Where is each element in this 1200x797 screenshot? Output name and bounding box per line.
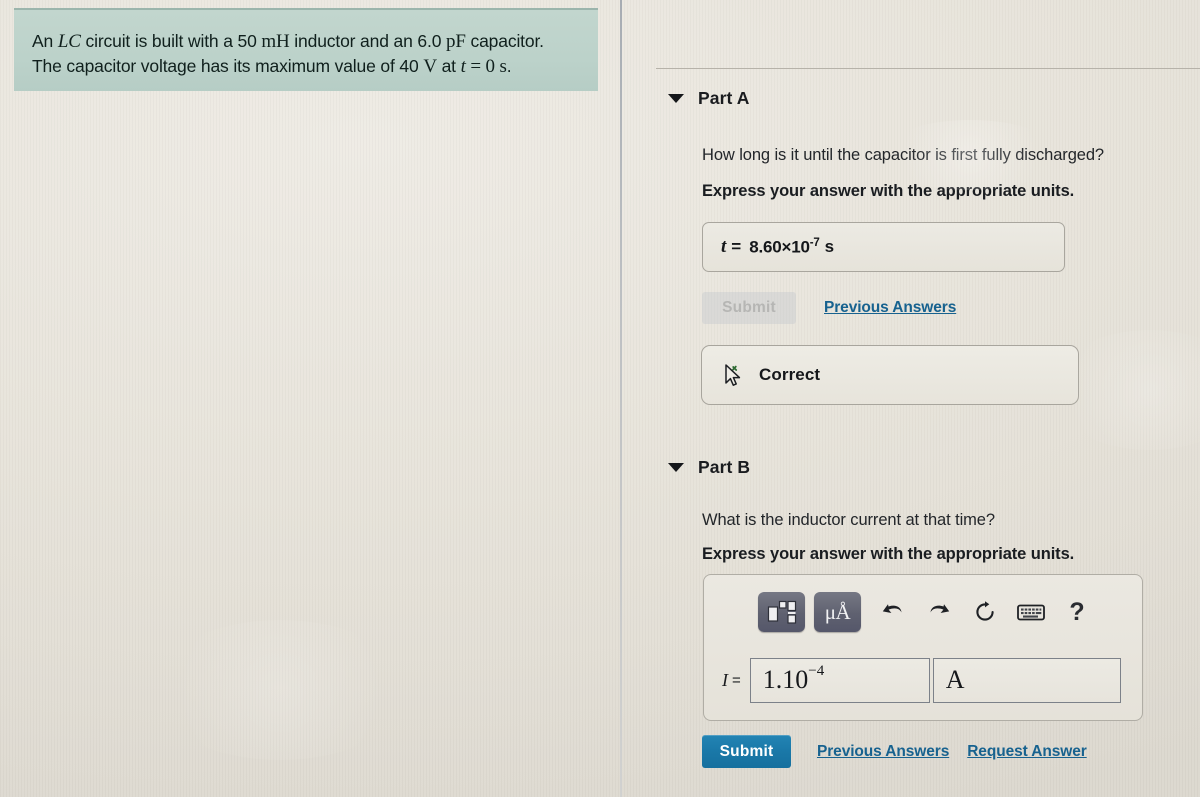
- pf-unit: pF: [446, 31, 466, 52]
- part-a-answer-equals: =: [731, 237, 742, 256]
- part-b-submit-button[interactable]: Submit: [702, 735, 791, 768]
- part-a-feedback-box: Correct: [701, 345, 1079, 405]
- part-b-answer-panel: μÅ ? I = 1.10 −4 A: [703, 574, 1143, 721]
- part-a-action-row: Submit Previous Answers: [702, 292, 956, 324]
- template-button[interactable]: [758, 592, 805, 632]
- part-b-input-row: I = 1.10 −4 A: [704, 654, 1142, 706]
- part-b-title: Part B: [698, 457, 751, 477]
- redo-icon[interactable]: [916, 592, 962, 632]
- part-a-instruction: Express your answer with the appropriate…: [702, 182, 1075, 200]
- part-b-question: What is the inductor current at that tim…: [702, 511, 995, 529]
- mh-unit: mH: [261, 31, 290, 52]
- micro-angstrom-label: μÅ: [824, 599, 851, 624]
- part-b-unit-text: A: [945, 665, 965, 694]
- answer-pane: Part A How long is it until the capacito…: [622, 0, 1200, 797]
- part-a-answer-value: 8.60×10-7: [749, 236, 820, 257]
- screen-glare: [150, 620, 410, 760]
- cursor-arrow-icon: [724, 363, 743, 387]
- part-b-value-exponent: −4: [808, 663, 825, 680]
- part-a-previous-answers-link[interactable]: Previous Answers: [824, 299, 956, 317]
- part-b-value-input[interactable]: 1.10 −4: [749, 657, 930, 703]
- page-background: An LC circuit is built with a 50 mH indu…: [0, 0, 1200, 797]
- part-a-answer-unit: s: [824, 237, 835, 256]
- chevron-down-icon[interactable]: [668, 463, 684, 472]
- part-a-header[interactable]: Part A: [668, 88, 750, 109]
- part-b-previous-answers-link[interactable]: Previous Answers: [817, 743, 949, 761]
- part-a-feedback-label: Correct: [759, 365, 821, 384]
- part-b-value-mantissa: 1.10: [762, 665, 809, 694]
- part-a-question: How long is it until the capacitor is fi…: [702, 146, 1105, 164]
- math-toolbar: μÅ ?: [704, 581, 1142, 643]
- part-a-answer-box: t = 8.60×10-7 s: [702, 222, 1065, 272]
- part-b-request-answer-link[interactable]: Request Answer: [967, 743, 1087, 761]
- volt-unit: V: [423, 56, 437, 77]
- problem-statement: An LC circuit is built with a 50 mH indu…: [14, 8, 598, 91]
- chevron-down-icon[interactable]: [668, 94, 684, 103]
- problem-statement-line-1: An LC circuit is built with a 50 mH indu…: [32, 31, 544, 52]
- part-b-input-equals: =: [732, 671, 741, 689]
- part-b-header[interactable]: Part B: [668, 457, 750, 478]
- reset-icon[interactable]: [962, 592, 1008, 632]
- help-icon[interactable]: ?: [1054, 592, 1100, 632]
- part-b-instruction: Express your answer with the appropriate…: [702, 545, 1075, 563]
- part-a-answer-variable: t: [721, 236, 727, 257]
- keyboard-icon[interactable]: [1008, 592, 1054, 632]
- lc-symbol: LC: [57, 31, 81, 52]
- micro-angstrom-button[interactable]: μÅ: [814, 592, 861, 632]
- problem-statement-line-2: The capacitor voltage has its maximum va…: [32, 56, 512, 77]
- undo-icon[interactable]: [870, 592, 916, 632]
- second-unit: s: [499, 56, 507, 77]
- part-b-action-row: Submit Previous Answers Request Answer: [702, 735, 1087, 768]
- part-a-title: Part A: [698, 88, 750, 108]
- part-a-submit-button: Submit: [702, 292, 796, 324]
- section-divider: [656, 68, 1200, 69]
- part-b-input-variable: I: [722, 669, 728, 690]
- part-b-unit-input[interactable]: A: [932, 657, 1121, 703]
